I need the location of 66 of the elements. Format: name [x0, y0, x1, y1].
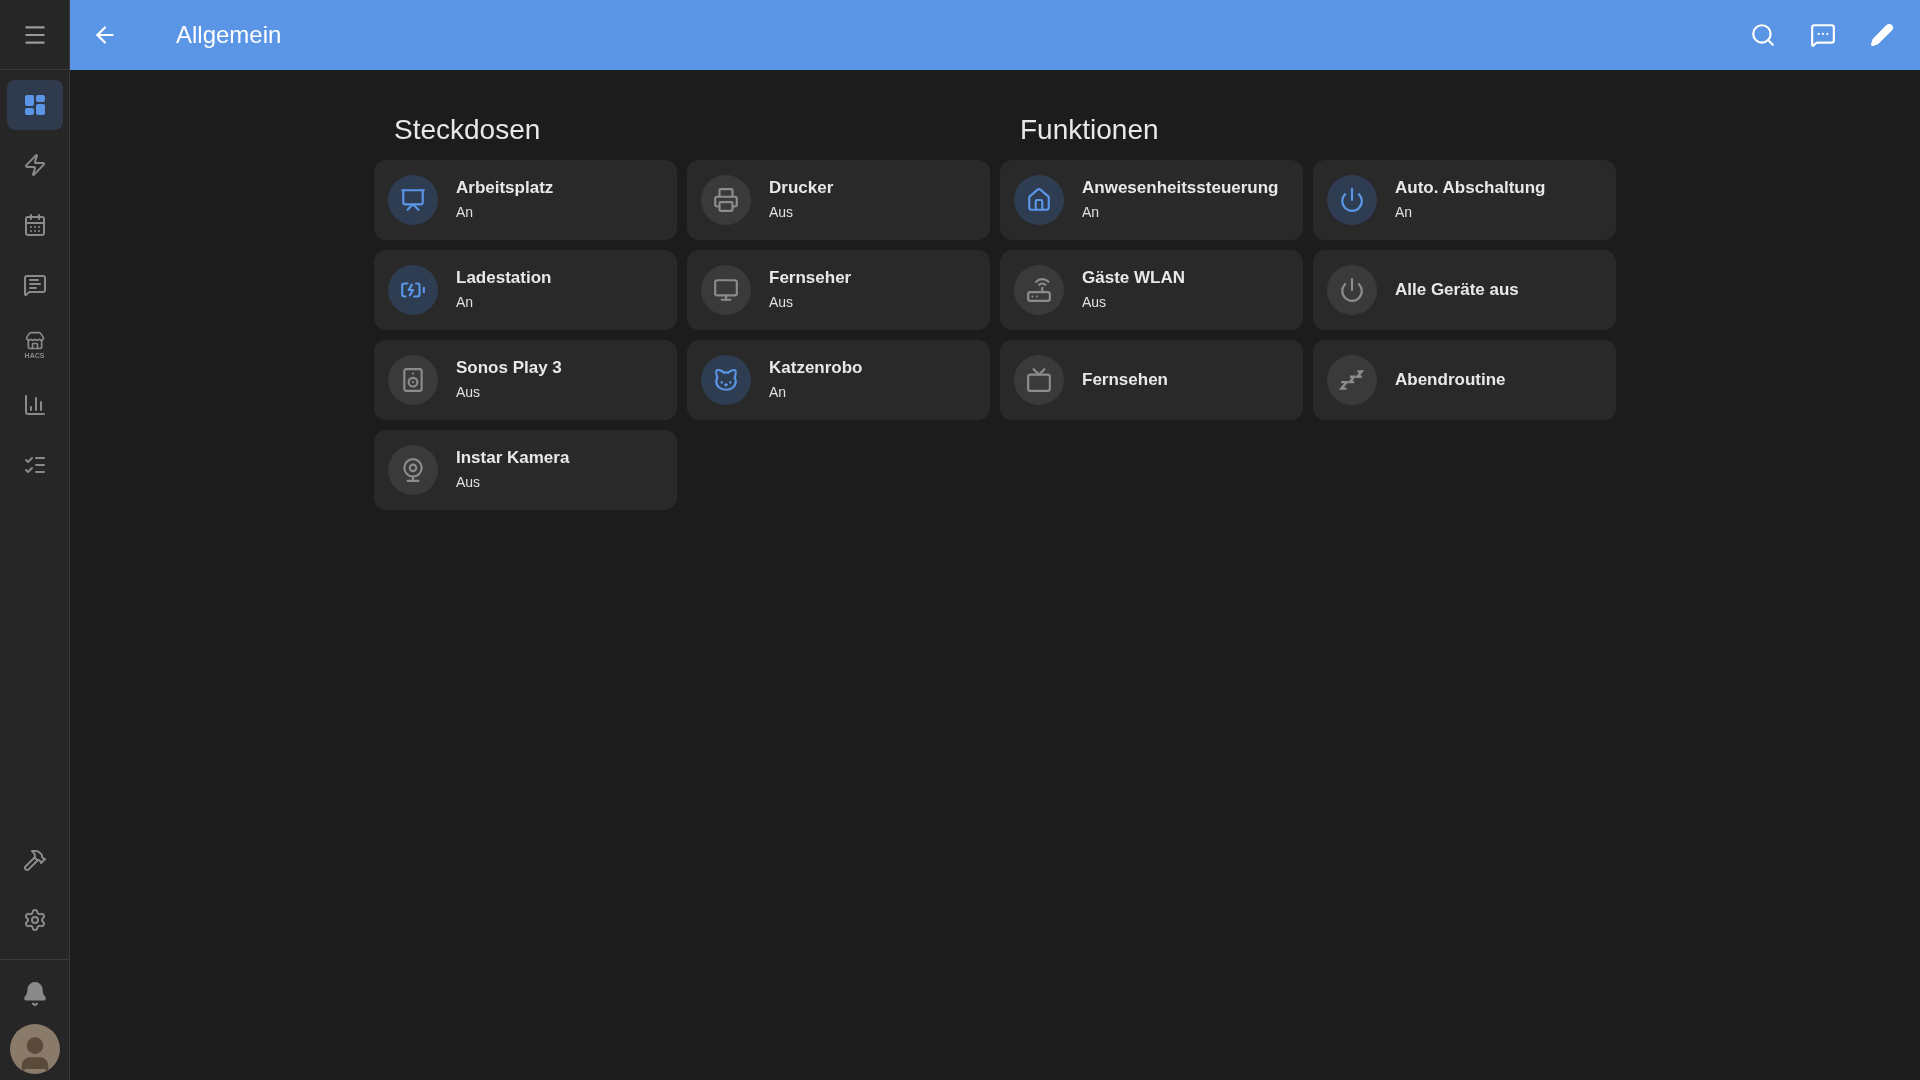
search-button[interactable] [1750, 22, 1776, 48]
monitor-icon [713, 277, 739, 303]
printer-icon [713, 187, 739, 213]
entity-tile[interactable]: Sonos Play 3 Aus [374, 340, 677, 420]
router-icon [1026, 277, 1052, 303]
entity-name: Fernsehen [1082, 369, 1168, 391]
entity-tile[interactable]: Katzenrobo An [687, 340, 990, 420]
tv-icon [1026, 367, 1052, 393]
dashboard-icon [22, 93, 47, 117]
hammer-icon [22, 848, 47, 872]
cat-icon [713, 367, 739, 393]
entity-name: Katzenrobo [769, 356, 863, 379]
entity-name: Anwesenheitssteuerung [1082, 176, 1279, 199]
page-title: Allgemein [176, 20, 282, 50]
entity-name: Abendroutine [1395, 369, 1506, 391]
entity-tile[interactable]: Ladestation An [374, 250, 677, 330]
user-avatar[interactable] [9, 1024, 60, 1074]
entity-state: An [1395, 203, 1414, 223]
entity-name: Alle Geräte aus [1395, 279, 1519, 301]
lightning-icon [22, 153, 47, 177]
entity-name: Auto. Abschaltung [1395, 176, 1546, 199]
entity-state: Aus [456, 473, 482, 493]
entity-state: Aus [769, 203, 795, 223]
house-icon [1026, 187, 1052, 213]
edit-button[interactable] [1870, 23, 1894, 47]
entity-state: An [456, 293, 475, 313]
speaker-icon [400, 367, 426, 393]
store-icon [24, 331, 45, 351]
section-title: Funktionen [1019, 113, 1160, 147]
pencil-icon [1870, 23, 1894, 47]
entity-name: Ladestation [456, 266, 552, 289]
entity-tile[interactable]: Gäste WLAN Aus [1000, 250, 1303, 330]
entity-name: Sonos Play 3 [456, 356, 562, 379]
entity-state: An [1082, 203, 1101, 223]
entity-name: Fernseher [769, 266, 852, 289]
entity-name: Arbeitsplatz [456, 176, 554, 199]
webcam-icon [400, 457, 426, 483]
entity-state: Aus [1082, 293, 1108, 313]
assist-button[interactable] [1810, 22, 1836, 48]
entity-tile[interactable]: Arbeitsplatz An [374, 160, 677, 240]
entity-state: Aus [456, 383, 482, 403]
entity-state: An [456, 203, 475, 223]
entity-tile[interactable]: Alle Geräte aus [1313, 250, 1616, 330]
entity-tile[interactable]: Fernsehen [1000, 340, 1303, 420]
entity-state: Aus [769, 293, 795, 313]
entity-name: Drucker [769, 176, 834, 199]
calendar-icon [22, 213, 47, 237]
entity-name: Gäste WLAN [1082, 266, 1185, 289]
bar-chart-icon [22, 393, 47, 417]
entity-state: An [769, 383, 788, 403]
power-icon [1339, 187, 1365, 213]
sidebar-item[interactable] [6, 80, 63, 130]
entity-tile[interactable]: Anwesenheitssteuerung An [1000, 160, 1303, 240]
section-title: Steckdosen [393, 113, 542, 147]
entity-tile[interactable]: Fernseher Aus [687, 250, 990, 330]
entity-name: Instar Kamera [456, 446, 570, 469]
chat-icon [1810, 22, 1836, 48]
bell-icon [21, 981, 48, 1007]
entity-tile[interactable]: Instar Kamera Aus [374, 430, 677, 510]
entity-tile[interactable]: Drucker Aus [687, 160, 990, 240]
entity-tile[interactable]: Auto. Abschaltung An [1313, 160, 1616, 240]
entity-tile[interactable]: Abendroutine [1313, 340, 1616, 420]
sleep-icon [1339, 367, 1365, 393]
power-icon [1339, 277, 1365, 303]
settings-icon [22, 908, 47, 932]
search-icon [1750, 22, 1776, 48]
